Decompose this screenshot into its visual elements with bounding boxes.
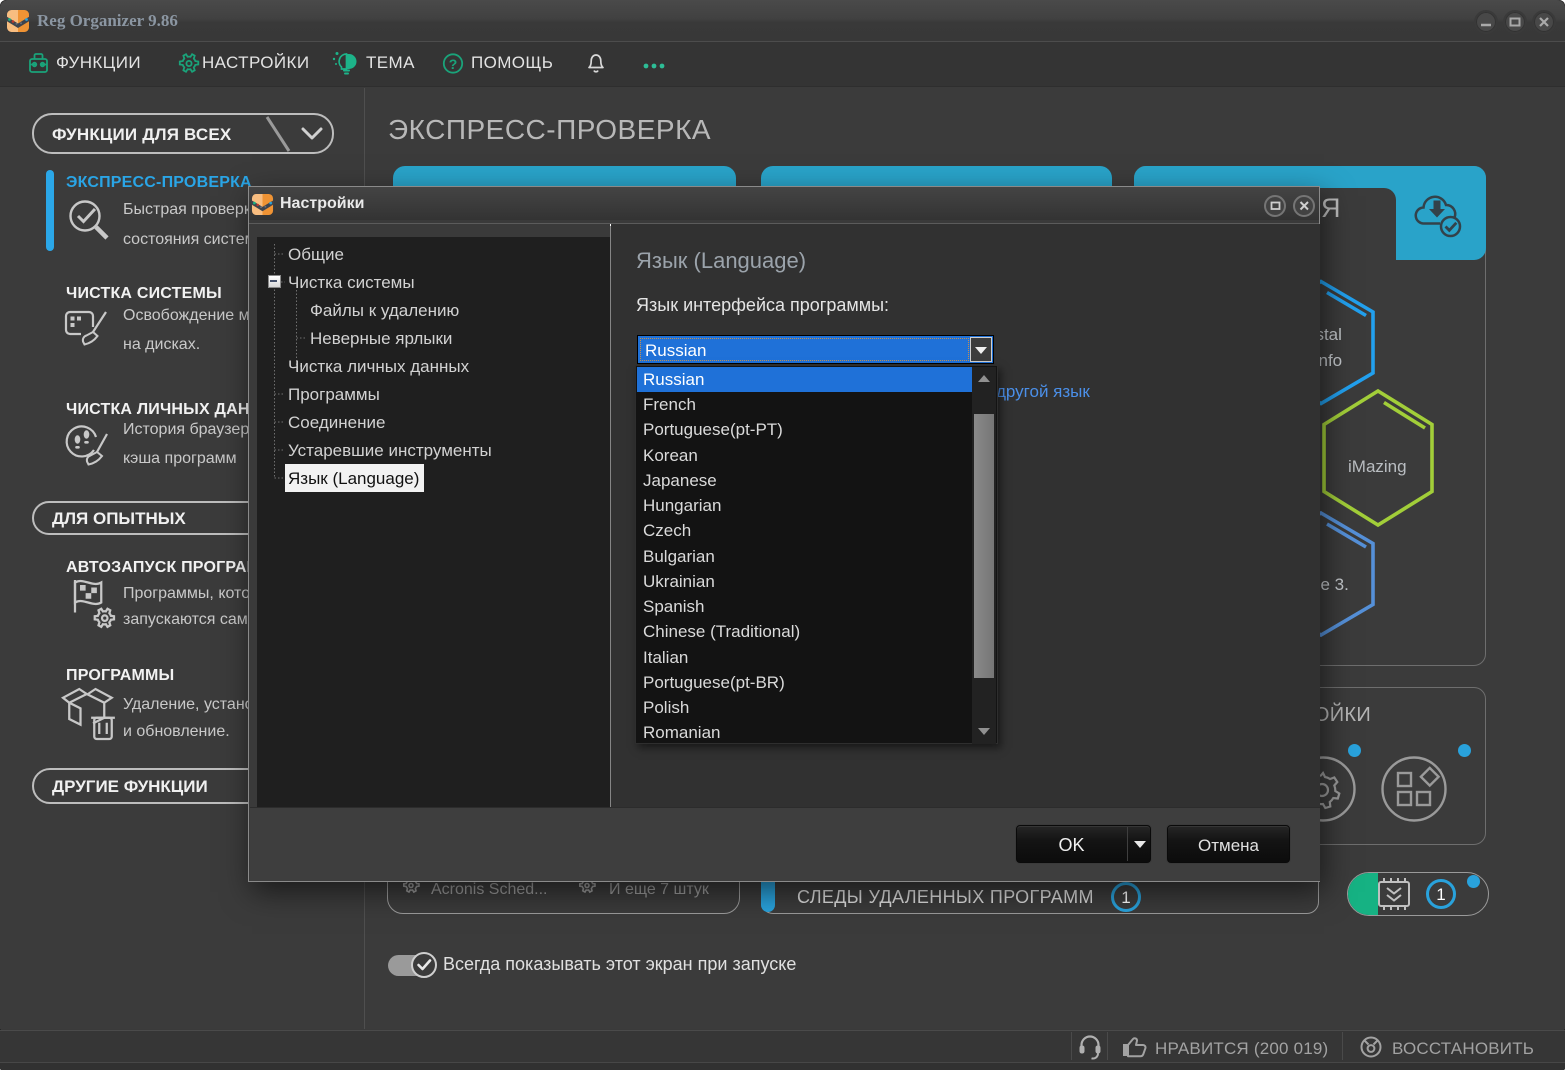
svg-text:?: ? xyxy=(449,56,458,72)
